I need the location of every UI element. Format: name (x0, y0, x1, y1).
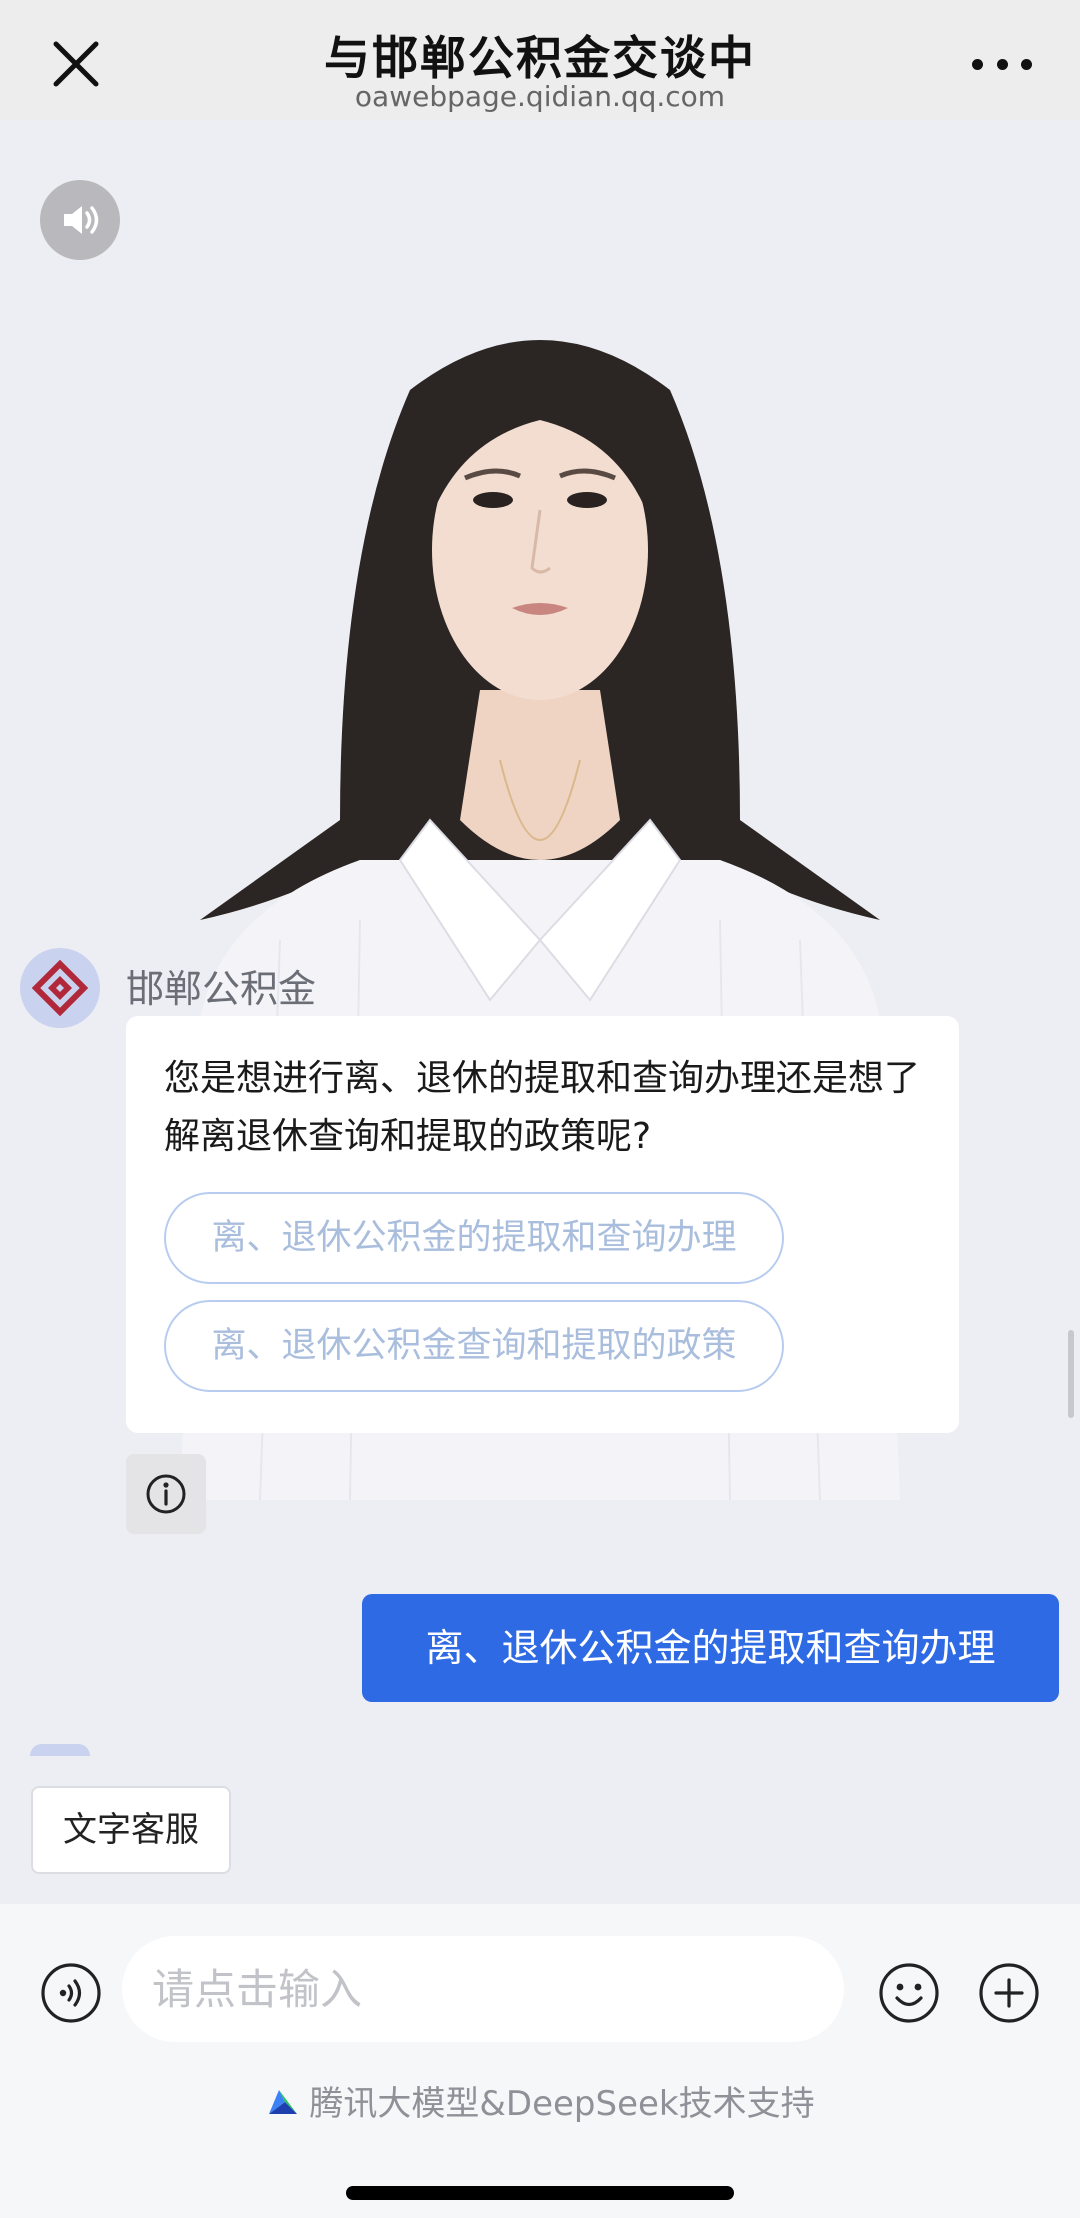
page-url: oawebpage.qidian.qq.com (354, 80, 726, 113)
option-button-policy[interactable]: 离、退休公积金查询和提取的政策 (164, 1300, 784, 1392)
gongjijin-logo-icon (32, 960, 88, 1016)
plus-button[interactable] (978, 1962, 1040, 2024)
bot-name: 邯郸公积金 (126, 967, 317, 1011)
message-input[interactable] (122, 1936, 844, 2042)
speaker-icon (64, 206, 99, 234)
user-message-bubble: 离、退休公积金的提取和查询办理 (362, 1594, 1059, 1702)
text-service-button[interactable]: 文字客服 (31, 1786, 231, 1874)
plus-icon (979, 1963, 1039, 2023)
bot-avatar-partial (30, 1744, 90, 1756)
info-button[interactable] (126, 1454, 206, 1534)
option-button-handle[interactable]: 离、退休公积金的提取和查询办理 (164, 1192, 784, 1284)
bot-message-text: 您是想进行离、退休的提取和查询办理还是想了解离退休查询和提取的政策呢? (164, 1058, 921, 1157)
top-bar: 与邯郸公积金交谈中 oawebpage.qidian.qq.com (0, 0, 1080, 120)
speaker-toggle-button[interactable] (40, 180, 120, 260)
powered-by-text: 腾讯大模型&DeepSeek技术支持 (309, 2084, 815, 2124)
chat-scrollbar[interactable] (1068, 1330, 1074, 1418)
voice-icon (41, 1963, 101, 2023)
more-button[interactable] (972, 54, 1032, 74)
bot-avatar (20, 948, 100, 1028)
page-title: 与邯郸公积金交谈中 (324, 31, 756, 85)
hunyuan-logo-icon (269, 2089, 298, 2114)
bot-message-card: 您是想进行离、退休的提取和查询办理还是想了解离退休查询和提取的政策呢? 离、退休… (126, 1016, 959, 1433)
home-indicator (346, 2186, 734, 2200)
more-icon (972, 58, 983, 70)
info-icon (146, 1474, 186, 1514)
emoji-icon (879, 1963, 939, 2023)
input-bar: 腾讯大模型&DeepSeek技术支持 (0, 1904, 1080, 2218)
voice-button[interactable] (40, 1962, 102, 2024)
emoji-button[interactable] (878, 1962, 940, 2024)
powered-by-credit: 腾讯大模型&DeepSeek技术支持 (0, 2076, 1080, 2125)
